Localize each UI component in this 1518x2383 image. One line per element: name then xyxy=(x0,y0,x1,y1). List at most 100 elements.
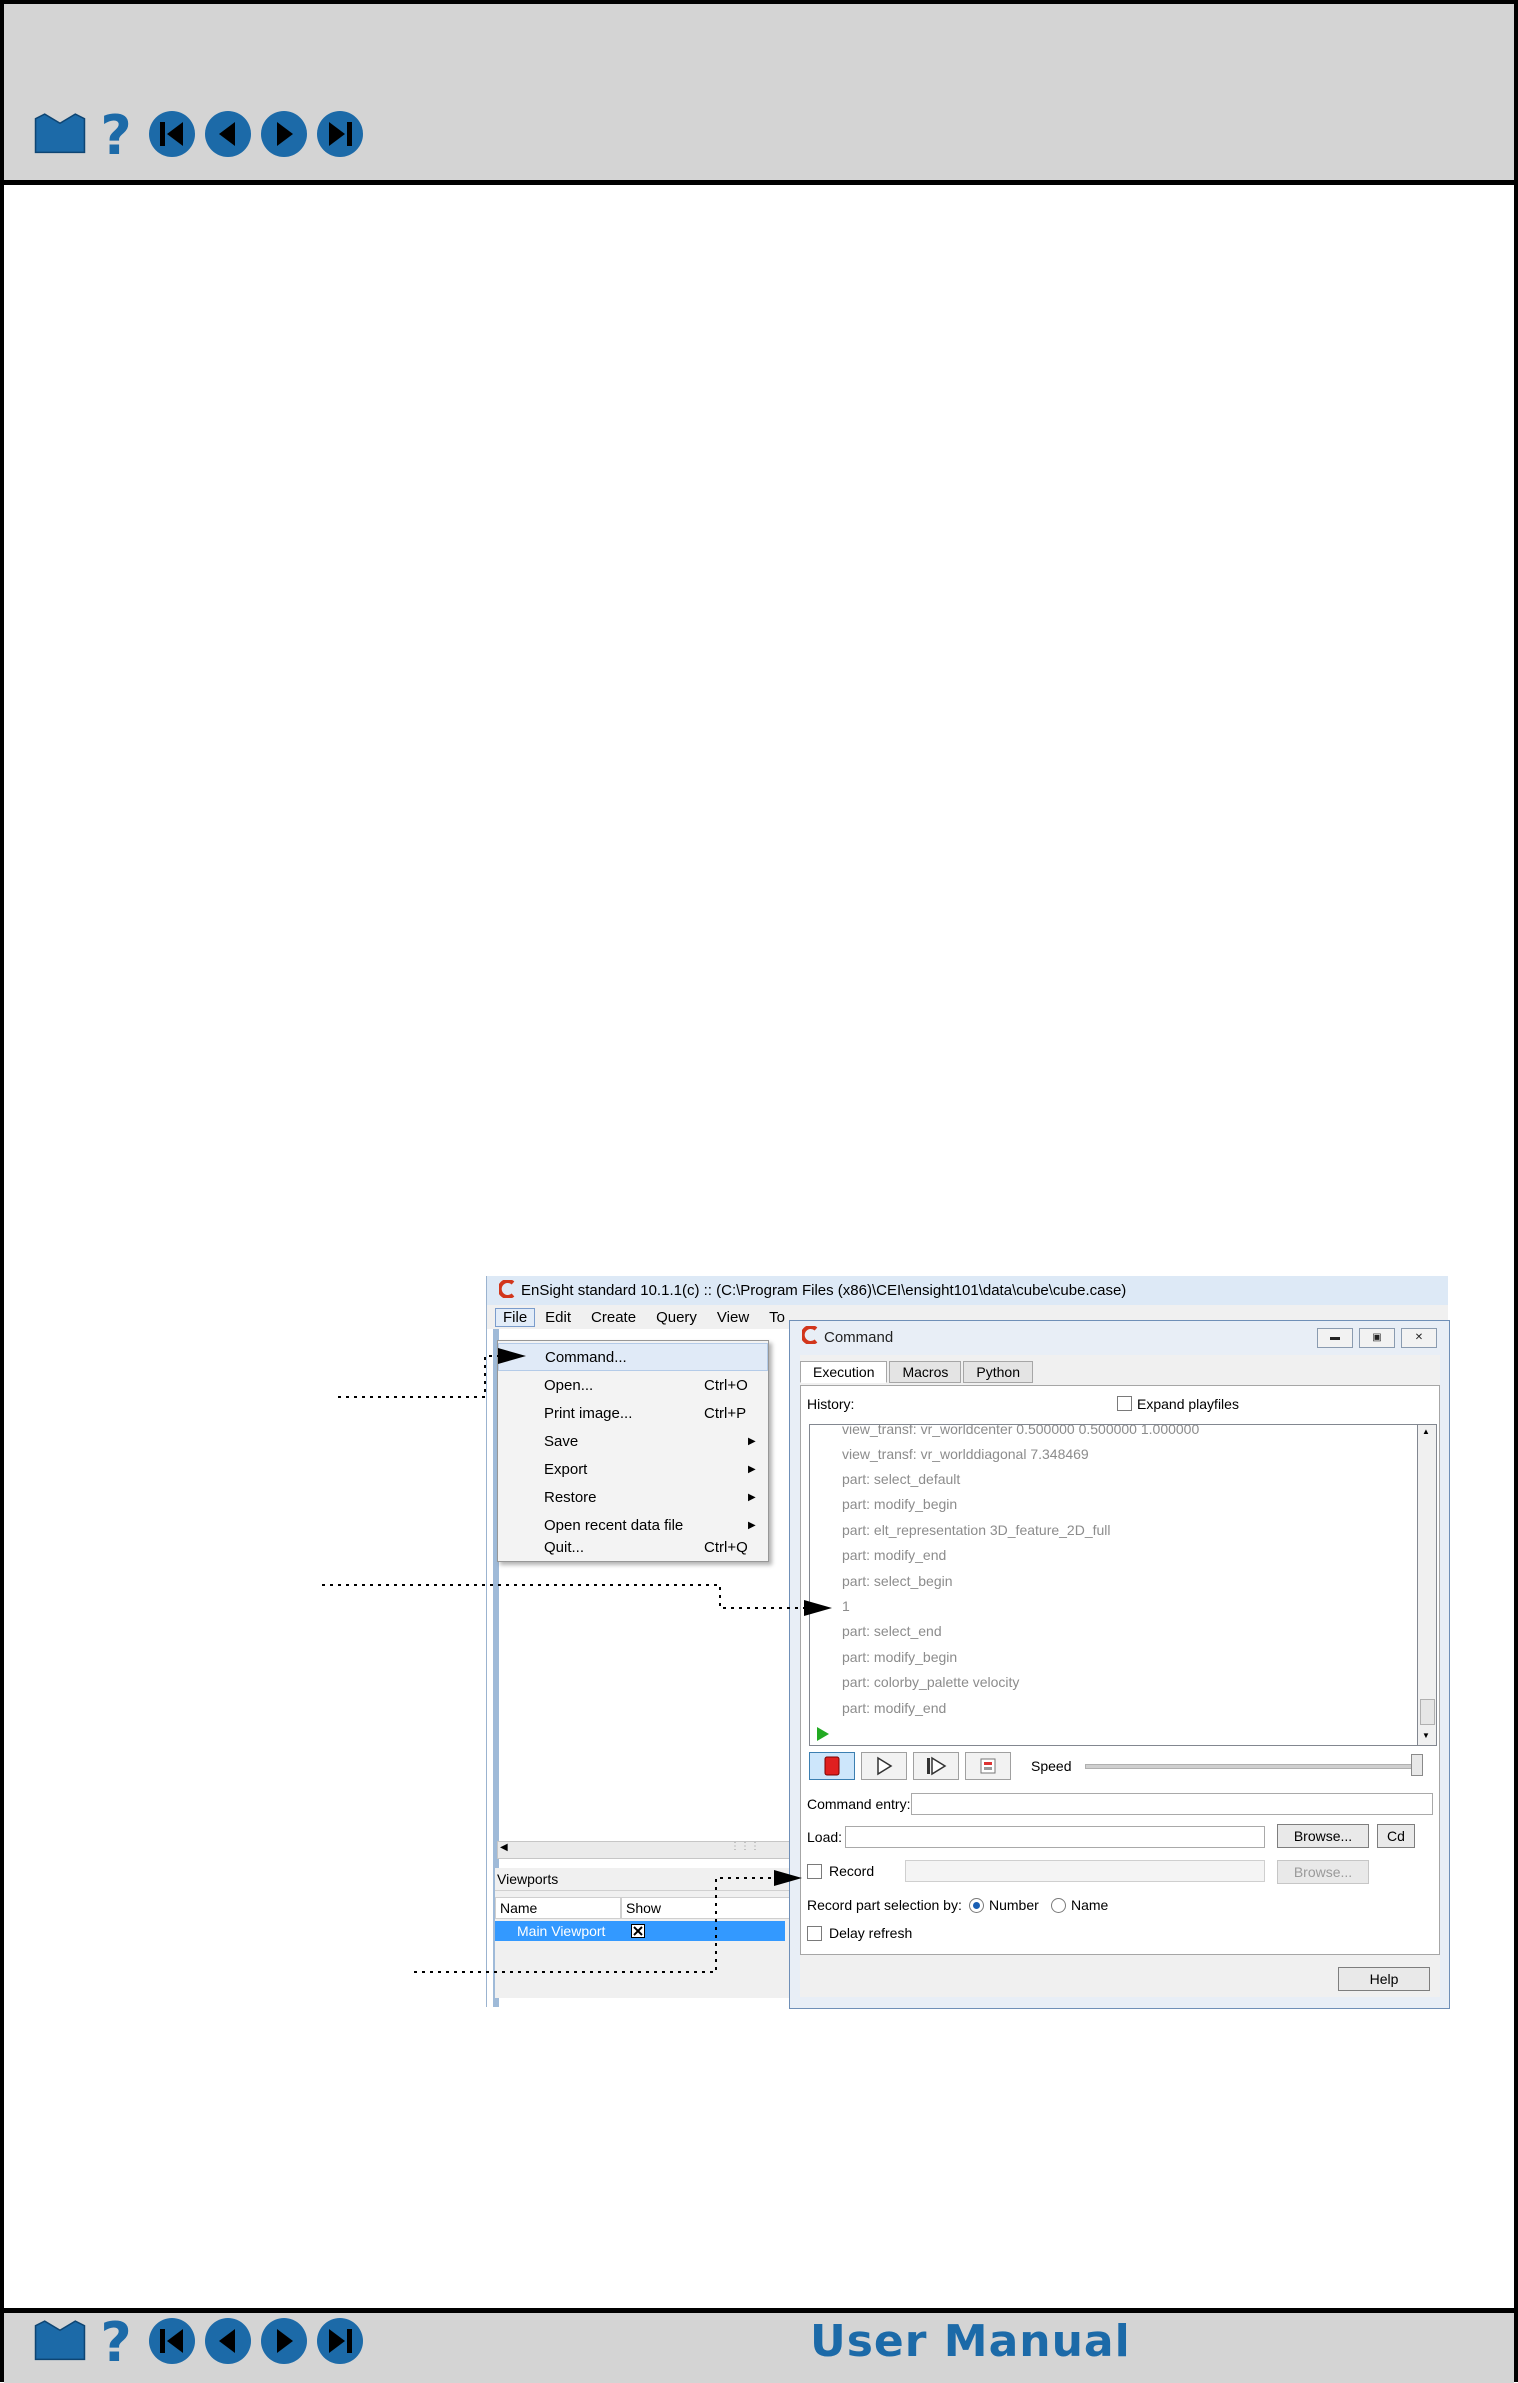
history-vertical-scrollbar[interactable]: ▲ ▼ xyxy=(1417,1424,1437,1746)
command-tabs: Execution Macros Python xyxy=(800,1361,1035,1383)
file-menu-dropdown: Command... Open... Ctrl+O Print image...… xyxy=(497,1340,769,1562)
menu-item-open[interactable]: Open... Ctrl+O xyxy=(498,1371,768,1399)
viewport-show-checkbox[interactable] xyxy=(631,1924,645,1938)
next-page-icon[interactable] xyxy=(258,108,310,160)
clear-button[interactable] xyxy=(965,1752,1011,1780)
column-show[interactable]: Show xyxy=(621,1897,791,1919)
page-frame xyxy=(0,0,1518,2382)
viewport-name: Main Viewport xyxy=(517,1923,606,1939)
menu-item-label: Restore xyxy=(544,1488,597,1506)
help-icon[interactable]: ? xyxy=(90,106,142,162)
menu-edit[interactable]: Edit xyxy=(535,1309,581,1326)
viewports-columns: Name Show xyxy=(495,1897,801,1919)
menu-create[interactable]: Create xyxy=(581,1309,646,1326)
play-button[interactable] xyxy=(861,1752,907,1780)
history-line: part: modify_begin xyxy=(842,1496,958,1512)
tab-execution[interactable]: Execution xyxy=(800,1361,888,1383)
tab-macros[interactable]: Macros xyxy=(889,1361,962,1383)
menu-file[interactable]: File xyxy=(495,1307,536,1327)
last-page-icon[interactable] xyxy=(314,108,366,160)
ensight-logo-icon xyxy=(800,1325,818,1348)
stop-icon xyxy=(824,1756,840,1776)
load-browse-button[interactable]: Browse... xyxy=(1277,1824,1369,1848)
screenshot: EnSight standard 10.1.1(c) :: (C:\Progra… xyxy=(486,1276,1450,2009)
manual-title: User Manual xyxy=(810,2316,1131,2367)
menu-item-command[interactable]: Command... xyxy=(498,1343,768,1371)
play-icon xyxy=(877,1756,893,1776)
column-name[interactable]: Name xyxy=(495,1897,621,1919)
first-page-icon[interactable] xyxy=(146,2315,198,2367)
step-button[interactable] xyxy=(913,1752,959,1780)
top-navigation: ? xyxy=(34,106,370,162)
submenu-arrow-icon: ▶ xyxy=(748,1491,756,1503)
scroll-thumb[interactable] xyxy=(1420,1699,1435,1725)
command-entry-label: Command entry: xyxy=(807,1796,911,1812)
minimize-icon[interactable]: ▬ xyxy=(1317,1328,1353,1348)
command-dialog-title: Command xyxy=(824,1328,894,1346)
bottom-navigation: ? xyxy=(34,2313,370,2369)
submenu-arrow-icon: ▶ xyxy=(748,1519,756,1531)
history-list[interactable]: view_transf: vr_worldcenter 0.500000 0.5… xyxy=(809,1424,1419,1746)
maximize-icon[interactable]: ▣ xyxy=(1359,1328,1395,1348)
history-line: part: modify_end xyxy=(842,1700,947,1716)
load-input[interactable] xyxy=(845,1826,1265,1848)
ensight-logo-icon xyxy=(497,1278,515,1302)
menu-item-shortcut: Ctrl+Q xyxy=(704,1538,748,1556)
scroll-down-icon[interactable]: ▼ xyxy=(1422,1731,1430,1740)
clear-history-icon xyxy=(980,1758,996,1774)
history-line: part: select_end xyxy=(842,1623,942,1639)
speed-slider-track[interactable] xyxy=(1085,1764,1417,1769)
speed-label: Speed xyxy=(1031,1758,1072,1774)
stop-button[interactable] xyxy=(809,1752,855,1780)
next-page-icon[interactable] xyxy=(258,2315,310,2367)
window-controls: ▬ ▣ ✕ xyxy=(1311,1328,1437,1348)
menu-item-save[interactable]: Save ▶ xyxy=(498,1427,768,1455)
step-icon xyxy=(927,1756,947,1776)
delay-refresh-checkbox[interactable] xyxy=(807,1926,822,1941)
play-marker-icon xyxy=(817,1727,829,1741)
history-line: part: select_begin xyxy=(842,1573,953,1589)
home-icon[interactable] xyxy=(34,2315,86,2367)
menu-query[interactable]: Query xyxy=(646,1309,707,1326)
scroll-up-icon[interactable]: ▲ xyxy=(1422,1427,1430,1436)
history-line: view_transf: vr_worlddiagonal 7.348469 xyxy=(842,1446,1089,1462)
menu-item-print-image[interactable]: Print image... Ctrl+P xyxy=(498,1399,768,1427)
menu-item-label: Open recent data file xyxy=(544,1516,684,1534)
command-dialog-body: Execution Macros Python History: Expand … xyxy=(800,1355,1440,1997)
speed-slider-thumb[interactable] xyxy=(1411,1754,1423,1776)
record-browse-button: Browse... xyxy=(1277,1860,1369,1884)
previous-page-icon[interactable] xyxy=(202,108,254,160)
help-icon[interactable]: ? xyxy=(90,2313,142,2369)
radio-name[interactable] xyxy=(1051,1898,1066,1913)
history-line: 1 xyxy=(842,1598,850,1614)
menu-item-export[interactable]: Export ▶ xyxy=(498,1455,768,1483)
main-window-titlebar: EnSight standard 10.1.1(c) :: (C:\Progra… xyxy=(487,1276,1448,1305)
tab-python[interactable]: Python xyxy=(963,1361,1033,1383)
previous-page-icon[interactable] xyxy=(202,2315,254,2367)
menu-item-label: Save xyxy=(544,1432,579,1450)
menu-item-label: Quit... xyxy=(544,1538,585,1556)
history-line: part: colorby_palette velocity xyxy=(842,1674,1020,1690)
menu-item-label: Open... xyxy=(544,1376,594,1394)
menu-item-restore[interactable]: Restore ▶ xyxy=(498,1483,768,1511)
first-page-icon[interactable] xyxy=(146,108,198,160)
cd-button[interactable]: Cd xyxy=(1377,1824,1415,1848)
viewports-panel: Viewports Name Show Main Viewport xyxy=(495,1868,801,1998)
submenu-arrow-icon: ▶ xyxy=(748,1463,756,1475)
radio-number[interactable] xyxy=(969,1898,984,1913)
last-page-icon[interactable] xyxy=(314,2315,366,2367)
parts-horizontal-scrollbar[interactable]: ◀ ⋮⋮⋮ xyxy=(497,1841,799,1859)
viewport-row[interactable]: Main Viewport xyxy=(495,1921,785,1941)
menu-item-quit[interactable]: Quit... Ctrl+Q xyxy=(498,1533,768,1561)
radio-number-label: Number xyxy=(989,1897,1039,1913)
home-icon[interactable] xyxy=(34,108,86,160)
record-checkbox[interactable] xyxy=(807,1864,822,1879)
menu-view[interactable]: View xyxy=(707,1309,759,1326)
svg-text:?: ? xyxy=(100,2313,131,2369)
command-entry-input[interactable] xyxy=(911,1793,1433,1815)
history-line: part: elt_representation 3D_feature_2D_f… xyxy=(842,1522,1111,1538)
help-button[interactable]: Help xyxy=(1338,1967,1430,1991)
expand-playfiles-checkbox[interactable] xyxy=(1117,1396,1132,1411)
viewports-header: Viewports xyxy=(495,1868,801,1891)
close-icon[interactable]: ✕ xyxy=(1401,1328,1437,1348)
